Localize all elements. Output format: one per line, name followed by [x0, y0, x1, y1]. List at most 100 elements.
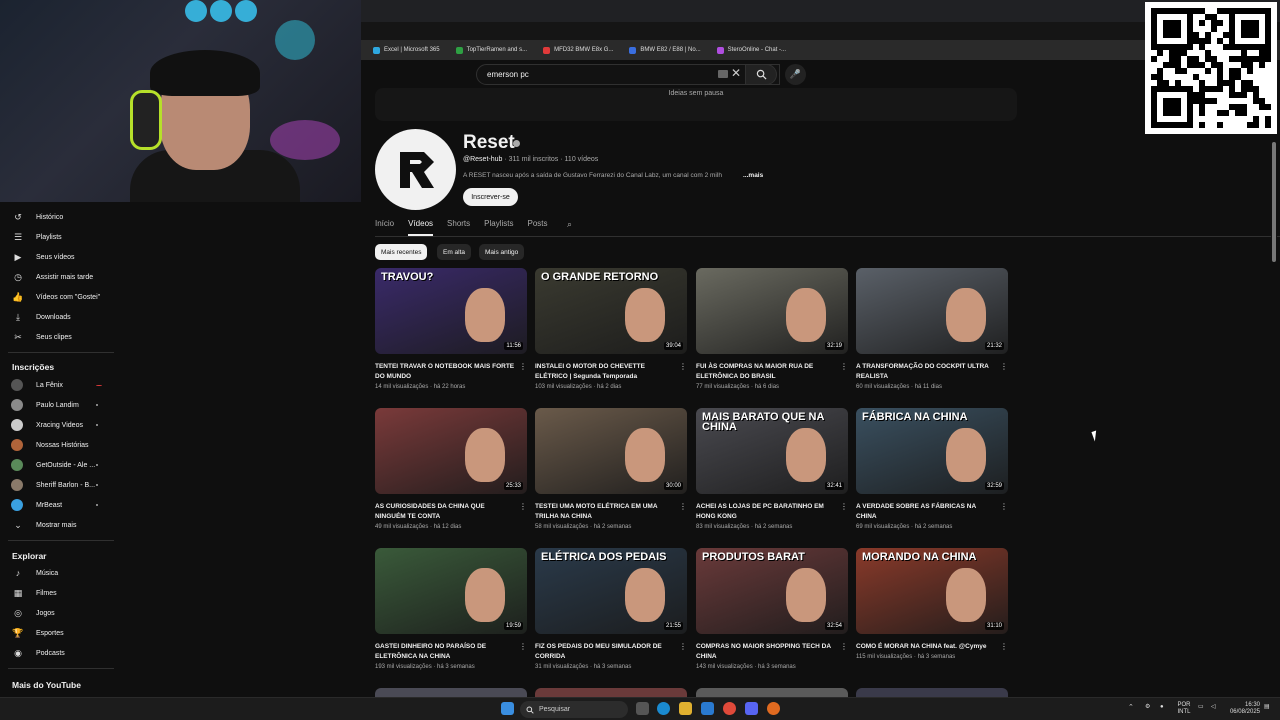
video-card[interactable]: 30:00 TESTEI UMA MOTO ELÉTRICA EM UMA TRI…	[535, 408, 687, 538]
subscription-item[interactable]: Xracing Videos	[0, 416, 118, 434]
video-card[interactable]: MAIS BARATO QUE NA CHINA 32:41 ACHEI AS LO…	[696, 408, 848, 538]
video-title[interactable]: A VERDADE SOBRE AS FÁBRICAS NA CHINA	[856, 502, 998, 521]
search-button[interactable]	[745, 64, 777, 85]
more-options-icon[interactable]: ⋮	[1000, 362, 1008, 371]
tray-icon[interactable]: ⚙	[1145, 704, 1150, 711]
subscription-item[interactable]: Paulo Landim	[0, 396, 118, 414]
video-title[interactable]: A TRANSFORMAÇÃO DO COCKPIT ULTRA REALIST…	[856, 362, 998, 381]
sidebar-item-your-videos[interactable]: ▶ Seus vídeos	[0, 248, 118, 266]
subscribe-button[interactable]: Inscrever-se	[463, 188, 518, 206]
notifications-icon[interactable]: ▤	[1264, 704, 1270, 711]
video-card[interactable]: 19:59 GASTEI DINHEIRO NO PARAÍSO DE ELETR…	[375, 548, 527, 678]
tray-chevron-icon[interactable]: ⌃	[1128, 704, 1134, 711]
video-title[interactable]: FUI ÀS COMPRAS NA MAIOR RUA DE ELETRÔNIC…	[696, 362, 838, 381]
video-thumbnail[interactable]: 25:33	[375, 408, 527, 494]
edge-icon[interactable]	[657, 702, 670, 715]
sidebar-item-music[interactable]: ♪ Música	[0, 564, 118, 582]
subscription-item[interactable]: GetOutside - Ale ...	[0, 456, 118, 474]
more-options-icon[interactable]: ⋮	[679, 642, 687, 651]
video-title[interactable]: AS CURIOSIDADES DA CHINA QUE NINGUÉM TE …	[375, 502, 517, 521]
video-thumbnail[interactable]: FÁBRICA NA CHINA 32:59	[856, 408, 1008, 494]
clock[interactable]: 16:30 06/08/2025	[1226, 702, 1260, 716]
video-card[interactable]: O GRANDE RETORNO 39:04 INSTALEI O MOTOR DO…	[535, 268, 687, 398]
taskbar-search[interactable]: Pesquisar	[520, 701, 628, 718]
video-title[interactable]: ACHEI AS LOJAS DE PC BARATINHO EM HONG K…	[696, 502, 838, 521]
scrollbar-thumb[interactable]	[1272, 142, 1276, 262]
sidebar-item-downloads[interactable]: ⤓ Downloads	[0, 308, 118, 326]
windows-start-icon[interactable]	[501, 702, 514, 715]
more-options-icon[interactable]: ⋮	[840, 502, 848, 511]
file-explorer-icon[interactable]	[679, 702, 692, 715]
video-thumbnail[interactable]: PRODUTOS BARAT 32:54	[696, 548, 848, 634]
tab-home[interactable]: Início	[375, 216, 394, 236]
subscription-item[interactable]: Nossas Histórias	[0, 436, 118, 454]
subscription-item[interactable]: Sheriff Barlon - B...	[0, 476, 118, 494]
sidebar-item-sports[interactable]: 🏆 Esportes	[0, 624, 118, 642]
video-title[interactable]: INSTALEI O MOTOR DO CHEVETTE ELÉTRICO | …	[535, 362, 677, 381]
video-card[interactable]: 32:19 FUI ÀS COMPRAS NA MAIOR RUA DE ELET…	[696, 268, 848, 398]
bookmark[interactable]: SteroOnline - Chat -...	[716, 46, 786, 54]
app-icon[interactable]	[767, 702, 780, 715]
chip-oldest[interactable]: Mais antigo	[479, 244, 525, 260]
video-card[interactable]: MORANDO NA CHINA 31:10 COMO É MORAR NA CHI…	[856, 548, 1008, 678]
channel-avatar[interactable]	[375, 129, 456, 210]
mic-button[interactable]: 🎤	[785, 64, 806, 85]
show-more-button[interactable]: ⌄ Mostrar mais	[0, 516, 118, 534]
more-options-icon[interactable]: ⋮	[519, 642, 527, 651]
more-options-icon[interactable]: ⋮	[1000, 642, 1008, 651]
more-options-icon[interactable]: ⋮	[519, 502, 527, 511]
sidebar-item-clips[interactable]: ✂ Seus clipes	[0, 328, 118, 346]
bookmark[interactable]: TopTierRamen and s...	[455, 46, 527, 54]
discord-icon[interactable]	[745, 702, 758, 715]
video-thumbnail[interactable]	[696, 688, 848, 697]
video-title[interactable]: TESTEI UMA MOTO ELÉTRICA EM UMA TRILHA N…	[535, 502, 677, 521]
bookmark[interactable]: BMW E82 / E88 | No...	[629, 46, 701, 54]
sidebar-item-games[interactable]: ◎ Jogos	[0, 604, 118, 622]
subscription-item[interactable]: MrBeast	[0, 496, 118, 514]
more-options-icon[interactable]: ⋮	[840, 362, 848, 371]
bookmark[interactable]: MFD32 BMW E8x G...	[543, 46, 613, 54]
tab-videos[interactable]: Vídeos	[408, 216, 434, 236]
sidebar-item-liked[interactable]: 👍 Vídeos com "Gostei"	[0, 288, 118, 306]
tray-mic-icon[interactable]: ●	[1160, 704, 1164, 711]
video-thumbnail[interactable]: O GRANDE RETORNO 39:04	[535, 268, 687, 354]
video-title[interactable]: COMO É MORAR NA CHINA feat. @Cymye	[856, 642, 998, 652]
video-card[interactable]: ELÉTRICA DOS PEDAIS 21:55 FIZ OS PEDAIS DO…	[535, 548, 687, 678]
task-view-icon[interactable]	[636, 702, 649, 715]
chrome-icon[interactable]	[723, 702, 736, 715]
sidebar-item-watch-later[interactable]: ◷ Assistir mais tarde	[0, 268, 118, 286]
video-card[interactable]: FÁBRICA NA CHINA 32:59 A VERDADE SOBRE AS …	[856, 408, 1008, 538]
more-options-icon[interactable]: ⋮	[519, 362, 527, 371]
video-thumbnail[interactable]: 21:32	[856, 268, 1008, 354]
video-thumbnail[interactable]	[535, 688, 687, 697]
sidebar-item-movies[interactable]: ▦ Filmes	[0, 584, 118, 602]
sidebar-item-playlists[interactable]: ☰ Playlists	[0, 228, 118, 246]
sidebar-item-podcasts[interactable]: ◉ Podcasts	[0, 644, 118, 662]
volume-icon[interactable]: ◁	[1211, 704, 1216, 711]
video-thumbnail[interactable]	[856, 688, 1008, 697]
chip-latest[interactable]: Mais recentes	[375, 244, 428, 260]
video-thumbnail[interactable]: MORANDO NA CHINA 31:10	[856, 548, 1008, 634]
tab-playlists[interactable]: Playlists	[484, 216, 513, 236]
chip-popular[interactable]: Em alta	[437, 244, 472, 260]
video-card[interactable]: PRODUTOS BARAT 32:54 COMPRAS NO MAIOR SHOP…	[696, 548, 848, 678]
video-card[interactable]: 21:32 A TRANSFORMAÇÃO DO COCKPIT ULTRA RE…	[856, 268, 1008, 398]
video-title[interactable]: FIZ OS PEDAIS DO MEU SIMULADOR DE CORRID…	[535, 642, 677, 661]
language-indicator[interactable]: POR INTL	[1176, 702, 1192, 716]
store-icon[interactable]	[701, 702, 714, 715]
more-options-icon[interactable]: ⋮	[840, 642, 848, 651]
clear-icon[interactable]: ✕	[731, 66, 741, 80]
bookmark[interactable]: Excel | Microsoft 365	[373, 46, 440, 54]
video-thumbnail[interactable]: TRAVOU? 11:56	[375, 268, 527, 354]
channel-search-icon[interactable]: ⌕	[567, 219, 572, 230]
subscription-item[interactable]: La Fênix	[0, 376, 118, 394]
video-thumbnail[interactable]: MAIS BARATO QUE NA CHINA 32:41	[696, 408, 848, 494]
video-card[interactable]: TRAVOU? 11:56 TENTEI TRAVAR O NOTEBOOK MAI…	[375, 268, 527, 398]
tab-posts[interactable]: Posts	[528, 216, 548, 236]
network-icon[interactable]: ▭	[1198, 704, 1204, 711]
video-thumbnail[interactable]: ELÉTRICA DOS PEDAIS 21:55	[535, 548, 687, 634]
video-title[interactable]: TENTEI TRAVAR O NOTEBOOK MAIS FORTE DO M…	[375, 362, 517, 381]
sidebar-item-history[interactable]: ↺ Histórico	[0, 208, 118, 226]
description-more-link[interactable]: ...mais	[743, 172, 763, 179]
more-options-icon[interactable]: ⋮	[679, 362, 687, 371]
